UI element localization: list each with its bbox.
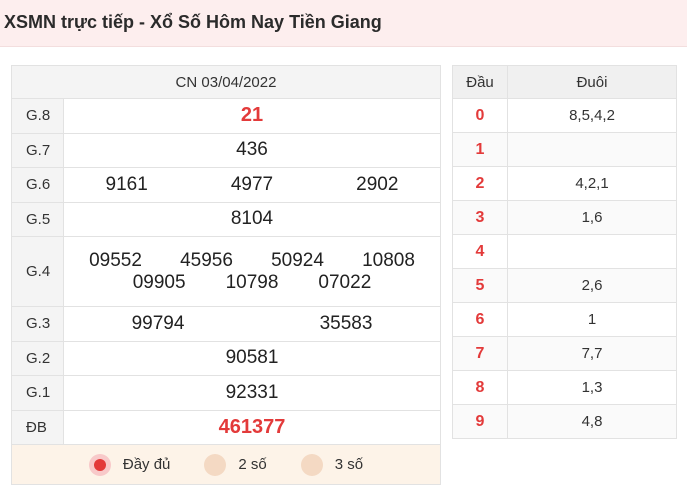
loto-row: 3 1,6 <box>453 201 676 235</box>
prize-row-g1: G.1 92331 <box>12 376 440 411</box>
prize-number: 45956 <box>180 249 233 271</box>
loto-tail <box>508 133 676 166</box>
display-options: Đầy đủ 2 số 3 số <box>12 445 440 484</box>
loto-tail: 1,3 <box>581 379 603 396</box>
loto-head: 4 <box>453 235 508 268</box>
prize-number: 90581 <box>225 347 279 369</box>
option-label: 3 số <box>334 456 364 473</box>
loto-head: 2 <box>453 167 508 200</box>
prize-number: 8104 <box>230 208 274 230</box>
loto-row: 2 4,2,1 <box>453 167 676 201</box>
prize-number: 2902 <box>356 173 399 195</box>
tail-column-header: Đuôi <box>576 73 608 91</box>
prize-label: G.4 <box>12 237 64 306</box>
prize-label: G.3 <box>12 307 64 341</box>
prize-number: 10798 <box>225 271 279 293</box>
loto-head: 0 <box>453 99 508 132</box>
prize-row-g4: G.4 09552 45956 50924 10808 09905 10798 … <box>12 237 440 307</box>
loto-header-row: Đầu Đuôi <box>453 66 676 99</box>
prize-number: 21 <box>240 104 264 127</box>
loto-row: 61 <box>453 303 676 337</box>
option-label: Đầy đủ <box>122 456 171 473</box>
loto-tail: 8,5,4,2 <box>569 107 615 124</box>
option-full[interactable]: Đầy đủ <box>88 453 171 476</box>
loto-row: 9 4,8 <box>453 405 676 439</box>
prize-row-g7: G.7 436 <box>12 133 440 168</box>
prize-label: G.2 <box>12 341 64 375</box>
prize-row-g8: G.8 21 <box>12 99 440 134</box>
loto-head-tail-table: Đầu Đuôi 0 8,5,4,2 1 2 4,2,1 3 1,6 4 5 2,6 6… <box>452 65 677 439</box>
loto-head: 7 <box>453 337 508 370</box>
loto-tail: 1 <box>587 311 597 328</box>
loto-tail: 4,8 <box>581 413 603 430</box>
loto-head: 1 <box>453 133 508 166</box>
loto-tail: 2,6 <box>581 277 603 294</box>
prize-number: 10808 <box>362 249 415 271</box>
option-3-digits[interactable]: 3 số <box>300 453 364 476</box>
radio-selected-icon[interactable] <box>88 453 111 476</box>
radio-icon[interactable] <box>300 453 323 476</box>
page-header: XSMN trực tiếp - Xổ Số Hôm Nay Tiền Gian… <box>0 0 687 47</box>
prize-label: G.8 <box>12 99 64 133</box>
special-prize-number: 461377 <box>218 415 286 438</box>
loto-head: 3 <box>453 201 508 234</box>
prize-number: 9161 <box>105 173 148 195</box>
loto-head: 8 <box>453 371 508 404</box>
prize-number: 4977 <box>230 173 274 195</box>
loto-row: 7 7,7 <box>453 337 676 371</box>
draw-date: CN 03/04/2022 <box>12 66 440 99</box>
option-2-digits[interactable]: 2 số <box>204 453 267 476</box>
prize-label: ĐB <box>12 410 64 444</box>
prize-number: 09552 <box>89 249 142 271</box>
prize-number: 436 <box>236 139 268 161</box>
prize-row-g2: G.2 90581 <box>12 341 440 376</box>
loto-tail <box>508 235 676 268</box>
loto-row: 1 <box>453 133 676 167</box>
loto-tail: 4,2,1 <box>575 175 609 192</box>
prize-number: 09905 <box>132 271 186 293</box>
prize-number: 50924 <box>271 249 324 271</box>
loto-row: 0 8,5,4,2 <box>453 99 676 133</box>
prize-number: 35583 <box>319 312 373 334</box>
option-label: 2 số <box>238 456 267 473</box>
prize-number: 99794 <box>131 312 185 334</box>
prize-row-g3: G.3 99794 35583 <box>12 307 440 342</box>
loto-tail: 7,7 <box>581 345 603 362</box>
prize-label: G.6 <box>12 168 64 202</box>
prize-number: 92331 <box>225 381 279 403</box>
prize-row-g5: G.5 8104 <box>12 202 440 237</box>
head-column-header: Đầu <box>453 66 508 98</box>
loto-head: 9 <box>453 405 508 438</box>
radio-icon[interactable] <box>204 453 227 476</box>
results-table: CN 03/04/2022 G.8 21 G.7 436 G.6 9161 49… <box>11 65 441 485</box>
prize-number: 07022 <box>318 271 372 293</box>
page-title: XSMN trực tiếp - Xổ Số Hôm Nay Tiền Gian… <box>4 12 382 32</box>
loto-row: 8 1,3 <box>453 371 676 405</box>
prize-row-special: ĐB 461377 <box>12 410 440 445</box>
loto-tail: 1,6 <box>581 209 603 226</box>
loto-row: 5 2,6 <box>453 269 676 303</box>
prize-label: G.5 <box>12 202 64 236</box>
prize-label: G.7 <box>12 133 64 167</box>
loto-head: 5 <box>453 269 508 302</box>
prize-label: G.1 <box>12 376 64 410</box>
prize-row-g6: G.6 9161 4977 2902 <box>12 168 440 203</box>
loto-head: 6 <box>453 303 508 336</box>
loto-row: 4 <box>453 235 676 269</box>
